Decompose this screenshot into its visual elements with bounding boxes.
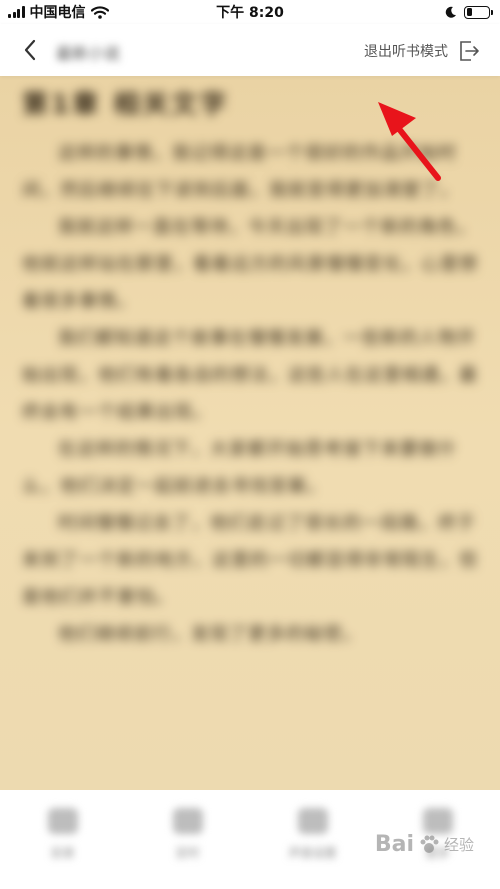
watermark-suffix: 经验: [443, 836, 474, 854]
toolbar-item-label: 定时: [175, 846, 200, 860]
paragraph: 我们都知道这个故事在慢慢发展，一些新的人物开始出现，他们有着各自的想法，这些人在…: [22, 328, 478, 423]
battery-icon: [464, 5, 493, 19]
back-button[interactable]: [16, 36, 44, 64]
catalog-icon: [47, 808, 78, 834]
timer-icon: [172, 808, 203, 834]
exit-listen-mode-label: 退出听书模式: [364, 44, 448, 60]
paragraph: 我就这样一直在等待，今天出现了一个新的角色，他就这样站在那里，看着远方的风景慢慢…: [22, 217, 478, 312]
paw-icon: [420, 835, 439, 853]
toolbar-item-catalog[interactable]: 目录: [18, 808, 108, 861]
exit-listen-mode-button[interactable]: 退出听书模式: [364, 38, 480, 64]
toolbar-item-voice[interactable]: 声音设置: [268, 808, 358, 861]
toolbar-item-timer[interactable]: 定时: [143, 808, 233, 861]
more-icon: [422, 808, 453, 834]
carrier-label: 中国电信: [29, 5, 86, 21]
chevron-left-icon: [24, 39, 36, 61]
paragraph: 他们继续前行，发现了更多的秘密。: [58, 624, 362, 645]
watermark-brand: Bai: [374, 832, 414, 857]
paragraph: 时间慢慢过去了，他们走过了很长的一段路，终于来到了一个新的地方，这里的一切都显得…: [22, 513, 478, 608]
battery-fill: [466, 8, 472, 16]
paragraph: 在这样的情况下，大家都开始思考接下来要做什么，他们决定一起前进去寻找答案。: [22, 439, 457, 497]
watermark: Bai 经验: [375, 832, 474, 857]
toolbar-item-label: 声音设置: [288, 846, 337, 860]
book-title: 最新小说: [56, 44, 121, 63]
signal-icon: [8, 6, 25, 18]
voice-icon: [297, 808, 328, 834]
toolbar-item-label: 目录: [50, 846, 75, 860]
wifi-icon: [90, 5, 109, 19]
status-bar: 中国电信 下午 8:20: [0, 0, 500, 24]
status-right: [445, 5, 493, 19]
moon-icon: [445, 6, 456, 18]
status-left: 中国电信: [8, 2, 109, 22]
nav-bar: 最新小说 退出听书模式: [0, 24, 500, 76]
exit-icon: [460, 41, 479, 61]
annotation-arrow: [378, 102, 441, 181]
